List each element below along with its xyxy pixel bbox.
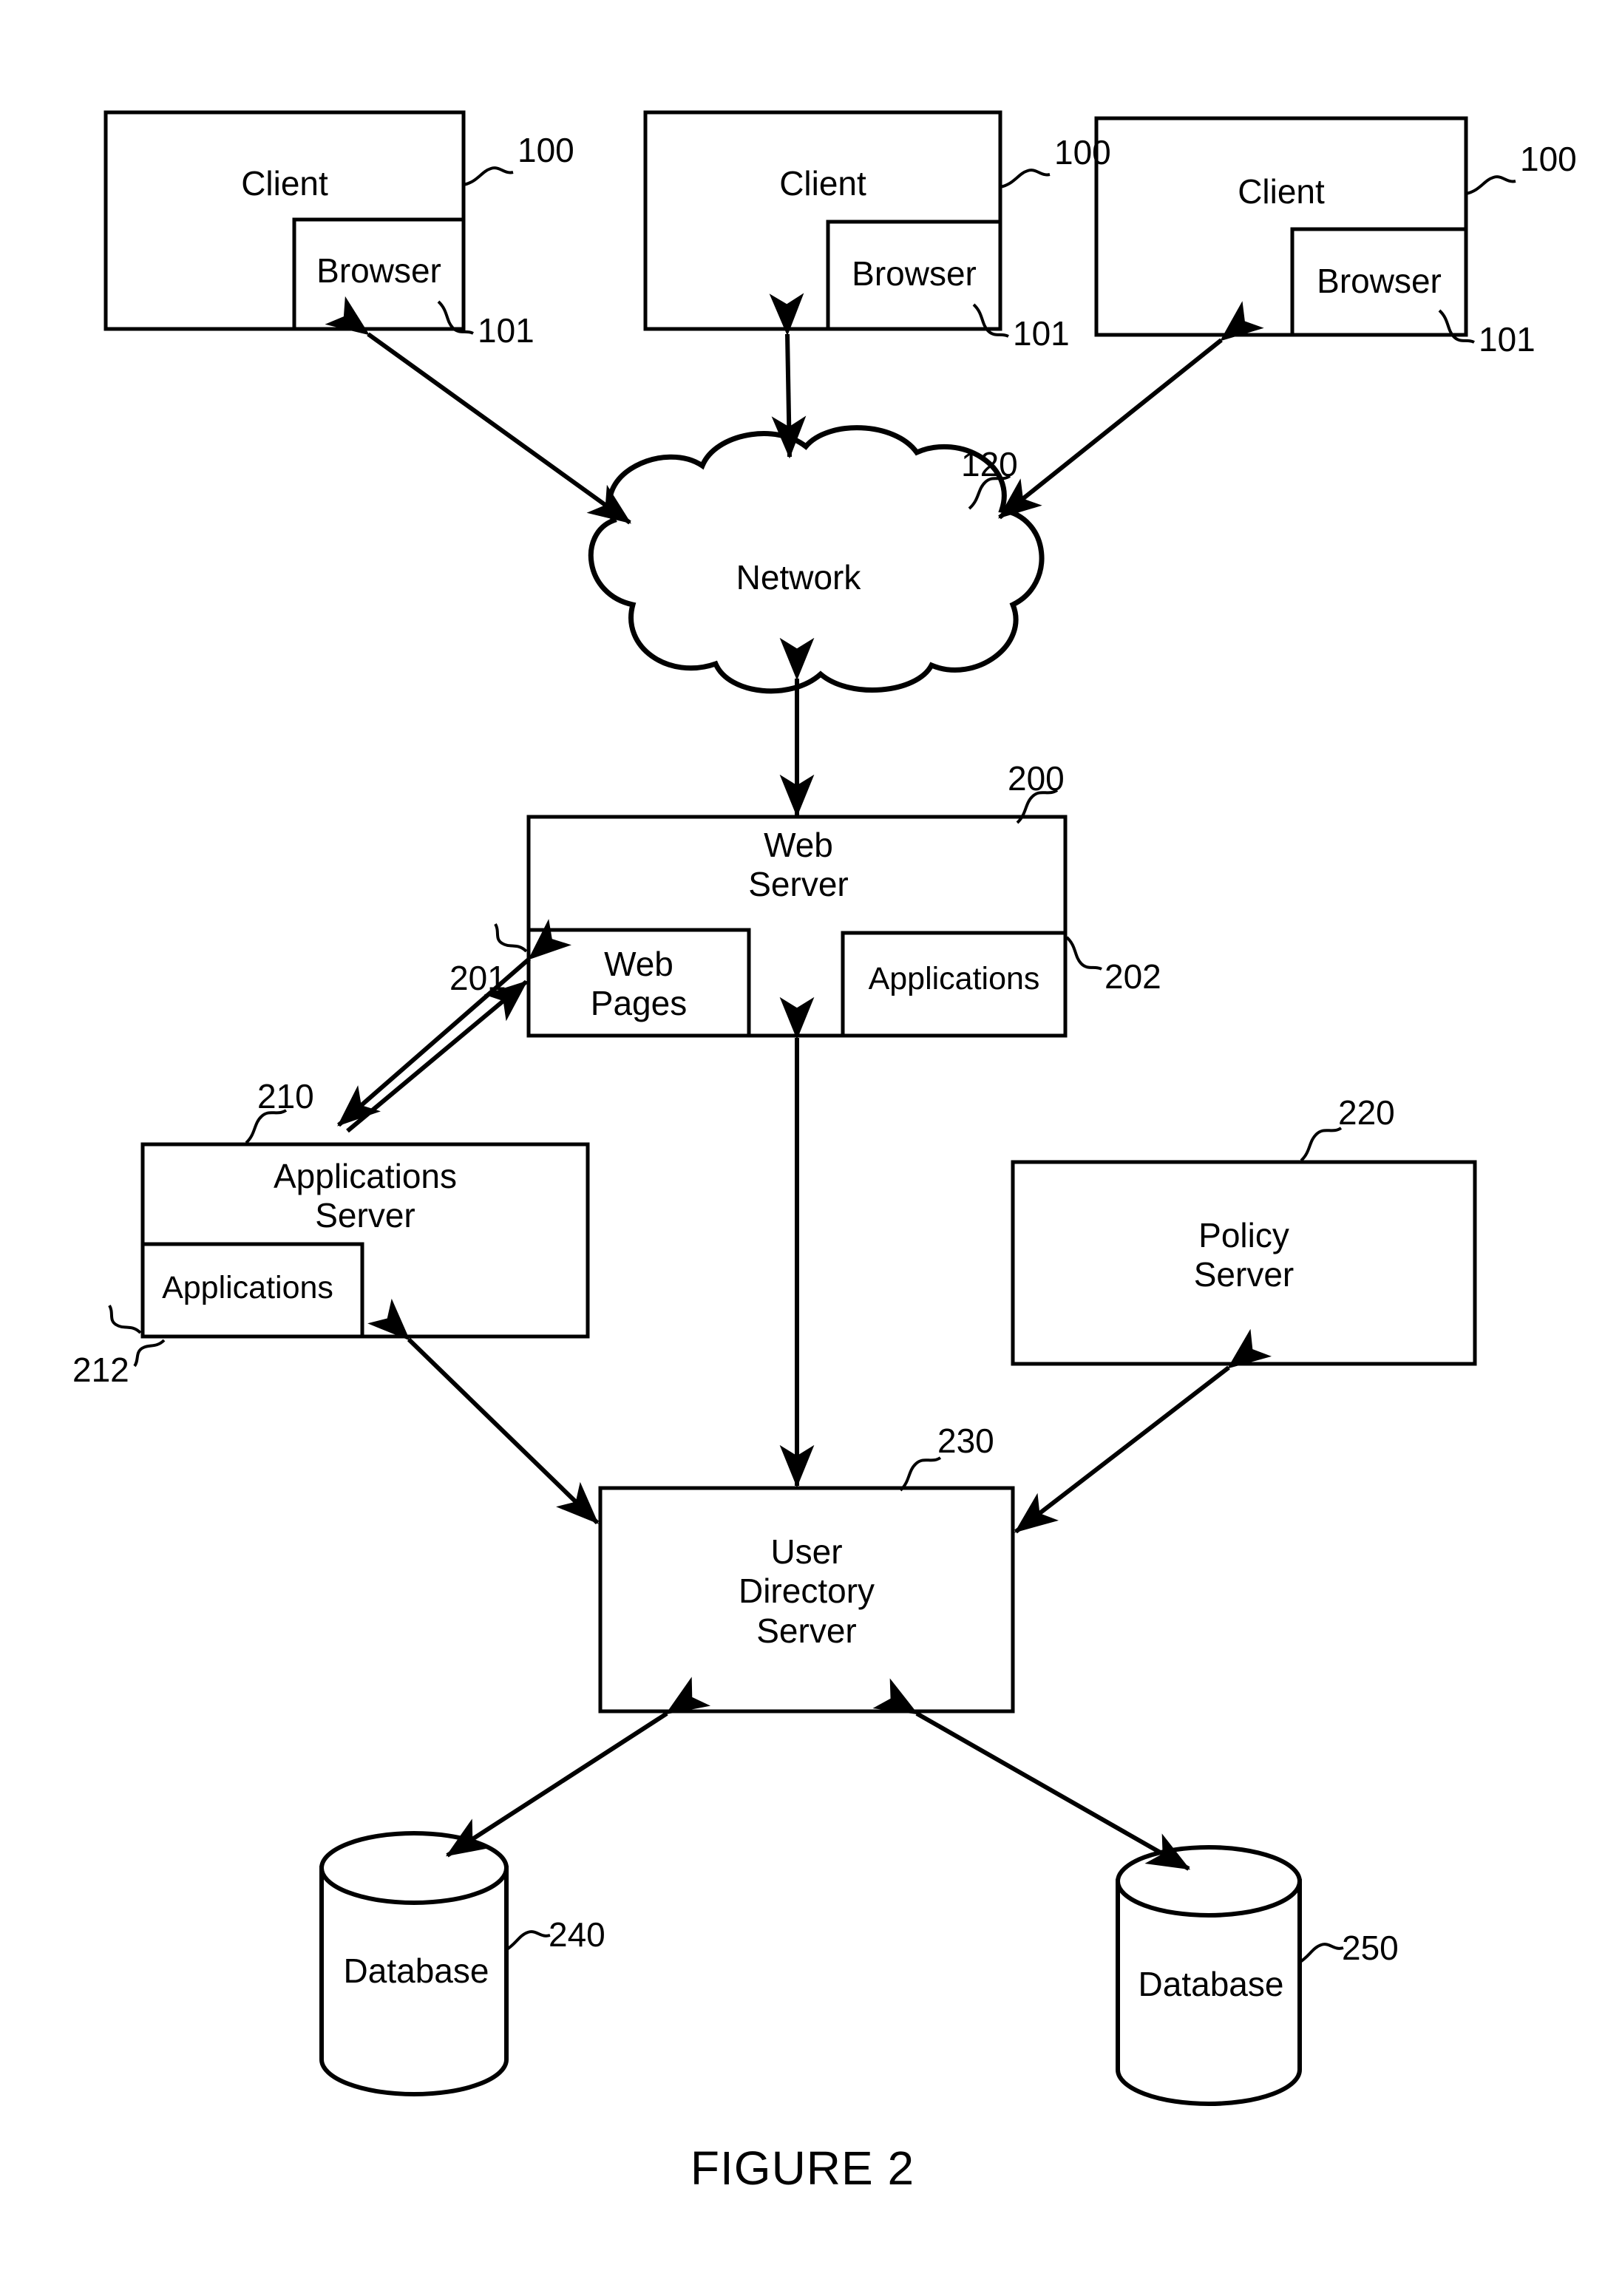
user-directory-server-box — [598, 1486, 1015, 1713]
database-cylinder-250 — [1116, 1845, 1302, 2106]
browser-box-3 — [1290, 227, 1468, 337]
arrow-client1-network — [325, 296, 631, 525]
arrow-userdirectory-database240 — [445, 1677, 711, 1858]
arrow-201-to-webpages — [346, 979, 528, 1133]
browser-box-2 — [826, 220, 1002, 331]
ref-label-browser-1: 101 — [478, 311, 535, 350]
ref-label-web-server-applications: 202 — [1105, 957, 1161, 996]
web-pages-box — [526, 928, 751, 1038]
leader-line-database-250-ref — [1297, 1943, 1344, 1964]
client-box-2 — [643, 110, 1002, 331]
ref-label-database-250: 250 — [1342, 1929, 1399, 1967]
ref-label-web-server: 200 — [1008, 759, 1065, 798]
applications-server-applications-box — [140, 1242, 364, 1339]
policy-server-box — [1011, 1160, 1477, 1366]
leader-line-client-3-ref — [1465, 175, 1516, 195]
leader-line-appserver-apps-ref — [108, 1304, 142, 1334]
ref-label-browser-3: 101 — [1479, 320, 1536, 359]
figure-caption: FIGURE 2 — [690, 2142, 915, 2195]
leader-line-client-2-ref — [1000, 169, 1051, 188]
arrow-client3-network — [998, 301, 1264, 520]
leader-line-policyserver-ref — [1300, 1127, 1343, 1162]
leader-line-client-1-ref — [463, 166, 514, 186]
ref-label-client-3: 100 — [1520, 140, 1577, 178]
client-box-3 — [1094, 116, 1468, 337]
browser-box-1 — [292, 217, 466, 331]
database-cylinder-240 — [319, 1831, 509, 2096]
web-server-applications-box — [841, 931, 1068, 1038]
arrow-appserver-userdirectory — [367, 1298, 600, 1525]
leader-line-webserver-apps-ref — [1065, 936, 1102, 971]
arrow-policyserver-userdirectory — [1014, 1328, 1272, 1534]
ref-label-applications-server: 210 — [257, 1077, 314, 1115]
ref-label-client-1: 100 — [518, 131, 574, 169]
ref-label-applications-server-applications: 212 — [72, 1351, 129, 1389]
ref-label-user-directory-server: 230 — [937, 1422, 994, 1460]
leader-line-database-240-ref — [504, 1930, 551, 1952]
ref-label-client-2: 100 — [1054, 133, 1111, 171]
ref-label-policy-server: 220 — [1338, 1093, 1395, 1132]
leader-line-userdir-ref — [899, 1456, 942, 1492]
ref-label-web-pages: 201 — [449, 959, 506, 997]
ref-label-database-240: 240 — [549, 1915, 605, 1954]
figure-2-diagram: Client Browser 100 101 Client Browser 10… — [0, 0, 1605, 2296]
arrow-userdirectory-database250 — [872, 1678, 1191, 1871]
web-server-box — [526, 815, 1068, 1038]
arrow-client2-network — [769, 293, 807, 459]
applications-server-box — [140, 1142, 590, 1339]
leader-line-webpages-ref — [494, 923, 528, 953]
client-box-1 — [104, 110, 466, 331]
ref-label-browser-2: 101 — [1013, 314, 1070, 353]
leader-line-212-ref — [133, 1339, 166, 1368]
ref-label-network: 120 — [961, 445, 1018, 483]
